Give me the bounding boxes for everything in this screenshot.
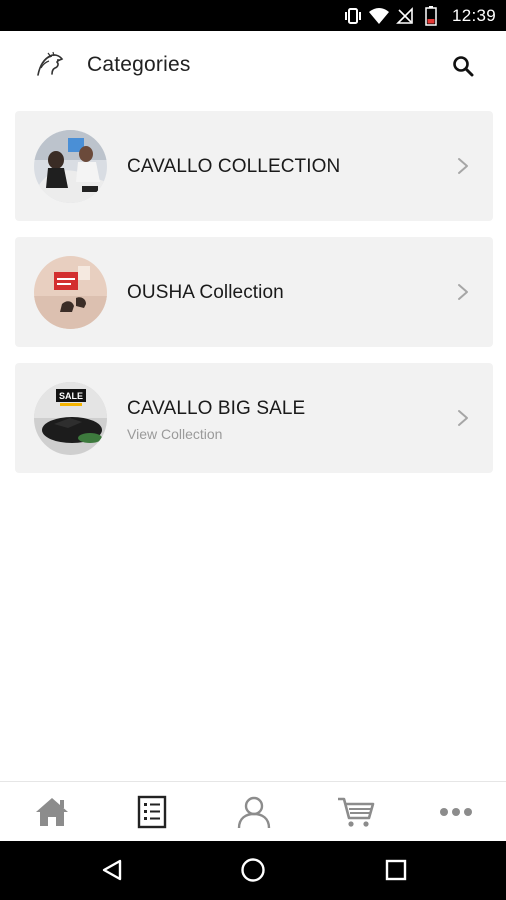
categories-list-icon[interactable] [132,794,172,830]
bottom-nav [0,781,506,841]
category-title: OUSHA Collection [127,282,284,303]
more-icon[interactable] [436,794,476,830]
home-circle-icon[interactable] [238,855,268,885]
cart-icon[interactable] [336,794,376,830]
recents-icon[interactable] [381,855,411,885]
no-signal-icon [394,5,416,27]
category-thumbnail [34,130,107,203]
back-icon[interactable] [97,855,127,885]
view-collection-link[interactable]: View Collection [127,426,222,442]
horse-logo[interactable] [34,51,66,79]
chevron-right-icon [456,282,470,302]
battery-low-icon [420,5,442,27]
category-thumbnail: SALE [34,382,107,455]
android-nav-bar [0,841,506,900]
account-icon[interactable] [234,794,274,830]
page-title: Categories [87,53,191,76]
vibrate-icon [342,5,364,27]
chevron-right-icon [456,156,470,176]
search-icon[interactable] [448,51,478,81]
category-card-cavallo-collection[interactable]: CAVALLO COLLECTION [15,111,493,221]
category-title: CAVALLO BIG SALE [127,398,306,419]
sale-badge: SALE [59,391,83,401]
app-header: Categories [0,31,506,99]
chevron-right-icon [456,408,470,428]
category-thumbnail [34,256,107,329]
category-card-ousha-collection[interactable]: OUSHA Collection [15,237,493,347]
category-list: CAVALLO COLLECTION OUSHA Collection SALE… [15,111,493,489]
category-card-cavallo-big-sale[interactable]: SALE CAVALLO BIG SALE View Collection [15,363,493,473]
wifi-icon [368,5,390,27]
home-icon[interactable] [32,794,72,830]
status-time: 12:39 [451,5,496,25]
category-title: CAVALLO COLLECTION [127,156,341,177]
status-bar: 12:39 [0,0,506,31]
